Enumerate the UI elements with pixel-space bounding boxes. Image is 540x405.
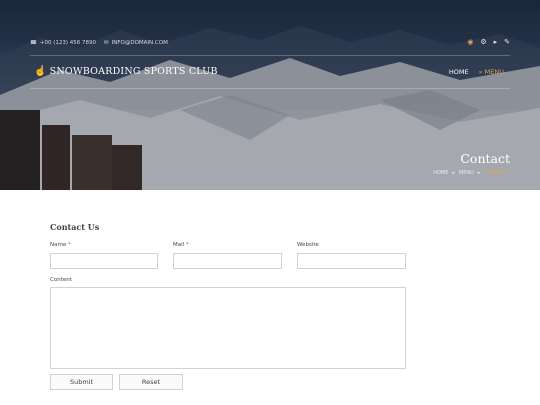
breadcrumb-contact: CONTACT — [484, 170, 508, 176]
content-textarea[interactable] — [50, 287, 406, 369]
content-label: Content — [50, 277, 72, 283]
rss-icon[interactable]: ◉ — [467, 38, 473, 46]
website-label: Website — [297, 242, 319, 248]
breadcrumb: HOME ▸ MENU ▸ CONTACT — [433, 170, 508, 176]
breadcrumb-home[interactable]: HOME — [433, 170, 448, 176]
mail-label: Mail * — [173, 242, 189, 248]
top-bar: ☎ +00 (123) 456 7890 ✉ INFO@DOMAIN.COM ◉ ⚙… — [30, 38, 510, 52]
page-title: Contact — [460, 151, 510, 166]
main-nav: HOME » MENU — [449, 68, 504, 76]
email-text: INFO@DOMAIN.COM — [111, 40, 168, 46]
breadcrumb-menu[interactable]: MENU — [459, 170, 474, 176]
brand-name: SNOWBOARDING SPORTS CLUB — [49, 66, 218, 77]
name-label: Name * — [50, 242, 71, 248]
hand-pointer-icon: ☝ — [34, 66, 47, 77]
volume-icon[interactable]: ▸ — [494, 38, 498, 46]
breadcrumb-separator: ▸ — [452, 170, 455, 176]
form-title: Contact Us — [50, 222, 100, 232]
name-field[interactable] — [50, 253, 158, 269]
phone-info: ☎ +00 (123) 456 7890 — [30, 40, 96, 46]
social-links: ◉ ⚙ ▸ ✎ — [467, 38, 510, 46]
nav-item-menu[interactable]: » MENU — [479, 68, 504, 76]
reset-button[interactable]: Reset — [119, 374, 183, 390]
site-logo[interactable]: ☝ SNOWBOARDING SPORTS CLUB — [34, 66, 218, 77]
mail-field[interactable] — [173, 253, 282, 269]
phone-icon: ☎ — [30, 40, 37, 46]
gear-icon[interactable]: ⚙ — [480, 38, 486, 46]
envelope-icon: ✉ — [104, 40, 109, 46]
nav-item-home[interactable]: HOME — [449, 68, 469, 76]
hero-banner: ☎ +00 (123) 456 7890 ✉ INFO@DOMAIN.COM ◉ ⚙… — [0, 0, 540, 190]
breadcrumb-separator: ▸ — [477, 170, 481, 176]
phone-text: +00 (123) 456 7890 — [39, 40, 96, 46]
divider-nav — [30, 88, 510, 89]
edit-icon[interactable]: ✎ — [504, 38, 510, 46]
submit-button[interactable]: Submit — [50, 374, 113, 390]
website-field[interactable] — [297, 253, 406, 269]
mountain-background — [0, 0, 540, 190]
contact-form: Contact Us Name * Mail * Website Content… — [50, 222, 406, 390]
email-info[interactable]: ✉ INFO@DOMAIN.COM — [104, 40, 168, 46]
divider-top — [30, 55, 510, 56]
